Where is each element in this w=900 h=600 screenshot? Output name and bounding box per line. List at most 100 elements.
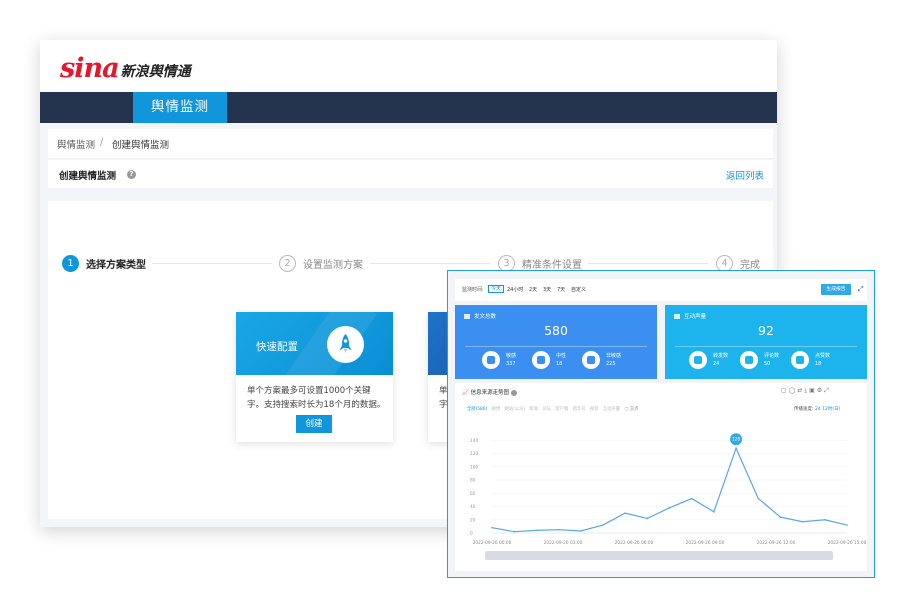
time-label: 监测时间:	[462, 287, 484, 293]
data-point	[624, 512, 626, 514]
stat-value: 225	[606, 361, 616, 367]
rocket-icon	[327, 326, 364, 363]
breadcrumb: 舆情监测 / 创建舆情监测	[48, 129, 773, 159]
top-nav: 舆情监测	[40, 92, 777, 123]
stat-name: 中性	[556, 353, 567, 359]
stat-value: 337	[506, 361, 516, 367]
data-point	[557, 528, 560, 531]
stat-value: 50	[764, 361, 771, 367]
quick-config-tile[interactable]: 快速配置 单个方案最多可设置1000个关键 字。支持搜索时长为18个月的数据。 …	[236, 312, 393, 442]
card-divider	[675, 346, 857, 347]
sina-logo[interactable]: sina 新浪舆情通	[60, 50, 191, 84]
y-tick-label: 20	[470, 517, 476, 523]
tile-header: 快速配置	[236, 312, 393, 375]
x-tick-label: 2022-09-26 12:00	[757, 540, 796, 546]
breadcrumb-root[interactable]: 舆情监测	[57, 137, 95, 151]
time-option-3d[interactable]: 3天	[543, 286, 551, 293]
logo-brand: sina	[60, 53, 120, 84]
trend-line-chart: 0 20 40 60 80 100 120 140 2022-09-26 00:00 2022-0…	[470, 433, 867, 546]
time-filter-bar: 监测时间: 今天 24小时 2天 3天 7天 自定义 生成报告 ⤢	[455, 279, 867, 301]
stat-name: 敏感	[506, 353, 517, 359]
x-tick-label: 2022-09-26 00:00	[473, 540, 512, 546]
comment-icon	[740, 351, 758, 369]
data-point	[801, 520, 804, 523]
bar-chart-icon	[582, 351, 600, 369]
y-tick-label: 60	[470, 491, 476, 497]
step-label: 完成	[740, 259, 760, 271]
y-tick-label: 40	[470, 504, 476, 510]
tile-desc-line: 单个方案最多可设置1000个关键	[247, 386, 371, 396]
data-point	[602, 524, 604, 526]
question-icon[interactable]: ?	[127, 170, 136, 179]
chart-zoom-scrollbar[interactable]	[485, 551, 833, 560]
tile-title: 快速配置	[256, 341, 298, 353]
tile-description: 单个方案最多可设置1000个关键 字。支持搜索时长为18个月的数据。	[247, 384, 387, 412]
expand-icon[interactable]: ⤢	[858, 285, 864, 294]
step-number: 1	[62, 254, 79, 272]
stat-value: 24	[713, 361, 720, 367]
document-icon	[482, 351, 500, 369]
data-point	[779, 516, 782, 518]
data-point	[579, 530, 582, 532]
create-button[interactable]: 创建	[296, 415, 332, 433]
series-line	[491, 446, 848, 533]
x-tick-label: 2022-09-26 06:00	[615, 540, 654, 546]
data-point	[757, 497, 760, 500]
x-tick-label: 2022-09-26 03:00	[544, 540, 583, 546]
share-icon	[689, 351, 707, 369]
data-point	[491, 526, 493, 529]
posts-title: 发文总数	[464, 312, 496, 320]
trend-chart-card: 📈 信息来源走势图 ▢◯⇄⤓▣⚙⤢ 全部(580) 微博 网站(公众) 新闻 论…	[455, 383, 867, 571]
card-divider	[465, 346, 647, 347]
thumbs-up-icon	[791, 351, 809, 369]
data-point	[846, 524, 848, 526]
data-point	[535, 529, 538, 532]
y-tick-label: 0	[470, 531, 473, 537]
back-to-list-link[interactable]: 返回列表	[726, 168, 764, 182]
data-point	[735, 447, 737, 449]
page-title: 创建舆情监测	[59, 171, 117, 182]
time-option-custom[interactable]: 自定义	[571, 286, 586, 293]
step-label: 选择方案类型	[86, 259, 146, 271]
data-point	[690, 497, 693, 500]
y-tick-label: 140	[470, 438, 478, 444]
interactions-total: 92	[758, 323, 774, 338]
step-number: 2	[279, 254, 296, 272]
step-connector	[370, 263, 490, 264]
posts-total-card: 发文总数 580 敏感 337 中性 18 非敏感 225	[455, 305, 657, 379]
mail-icon	[532, 351, 550, 369]
step-1: 1 选择方案类型	[62, 254, 146, 272]
posts-total: 580	[544, 323, 568, 338]
step-number: 3	[498, 254, 515, 272]
peak-label: 128	[732, 437, 740, 443]
time-option-24h[interactable]: 24小时	[507, 286, 523, 293]
stat-name: 评论数	[764, 353, 780, 359]
stat-name: 点赞数	[815, 353, 831, 359]
logo-bar: sina 新浪舆情通	[40, 40, 777, 92]
dashboard-panel: 监测时间: 今天 24小时 2天 3天 7天 自定义 生成报告 ⤢ 发文总数 5…	[447, 270, 875, 578]
data-point	[646, 517, 649, 520]
stat-value: 18	[556, 361, 563, 367]
step-connector	[152, 263, 272, 264]
time-option-today[interactable]: 今天	[488, 285, 505, 293]
time-option-7d[interactable]: 7天	[557, 286, 565, 293]
step-connector	[588, 263, 708, 264]
tile-desc-line: 字。支持搜索时长为18个月的数据。	[247, 400, 386, 410]
generate-report-button[interactable]: 生成报告	[821, 284, 851, 295]
step-label: 设置监测方案	[303, 259, 363, 271]
step-label: 精准条件设置	[522, 259, 582, 271]
nav-tab-monitor[interactable]: 舆情监测	[133, 92, 227, 123]
breadcrumb-separator: /	[100, 137, 104, 148]
stat-value: 18	[815, 361, 822, 367]
step-number: 4	[716, 254, 733, 272]
data-point	[668, 507, 671, 509]
stat-name: 非敏感	[606, 353, 622, 359]
page-header: 创建舆情监测 ? 返回列表	[48, 160, 773, 188]
x-tick-label: 2022-09-26 15:00	[828, 540, 867, 546]
interactions-title: 互动声量	[674, 312, 706, 320]
step-2: 2 设置监测方案	[279, 254, 363, 272]
breadcrumb-current: 创建舆情监测	[112, 140, 170, 151]
stat-name: 转发数	[713, 353, 729, 359]
time-option-2d[interactable]: 2天	[529, 286, 537, 293]
y-tick-label: 100	[470, 464, 478, 470]
